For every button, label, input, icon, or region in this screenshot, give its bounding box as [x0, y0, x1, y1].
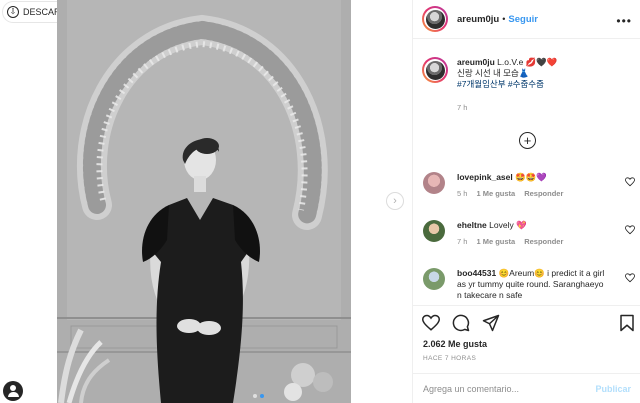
comments-scroll[interactable]: areum0ju L.o.V.e 💋🖤❤️ 신랑 시선 내 모습👗 #7개월임산…: [413, 40, 640, 305]
load-more-comments-icon[interactable]: +: [519, 132, 536, 149]
comment-likes[interactable]: 1 Me gusta: [476, 188, 515, 199]
comment-like-heart-icon[interactable]: [625, 225, 635, 235]
caption-time: 7 h: [457, 103, 468, 112]
post-actions: 2.062 Me gusta HACE 7 HORAS Publicar: [413, 305, 640, 403]
follow-button[interactable]: Seguir: [508, 14, 538, 25]
comment-username[interactable]: eheltne: [457, 220, 487, 230]
caption: areum0ju L.o.V.e 💋🖤❤️ 신랑 시선 내 모습👗 #7개월임산…: [422, 57, 632, 113]
avatar[interactable]: [422, 6, 448, 32]
carousel-dots: [253, 394, 264, 398]
comment-like-heart-icon[interactable]: [625, 177, 635, 187]
caption-text: L.o.V.e 💋🖤❤️: [497, 57, 558, 67]
comment-item: lovepink_asel 🤩🤩💜 5 h 1 Me gusta Respond…: [423, 172, 635, 199]
share-send-icon[interactable]: [482, 314, 500, 332]
comment-input[interactable]: [423, 384, 596, 394]
download-icon: ⇩: [7, 6, 19, 18]
post-age: HACE 7 HORAS: [423, 355, 477, 362]
more-options-icon[interactable]: •••: [616, 14, 632, 28]
next-arrow-icon[interactable]: ›: [386, 192, 404, 210]
comment-username[interactable]: lovepink_asel: [457, 172, 513, 182]
post-header: areum0ju • Seguir: [413, 0, 640, 39]
comment-time: 5 h: [457, 189, 468, 198]
post-photo[interactable]: [57, 0, 351, 403]
caption-hashtags[interactable]: #7개월임산부 #수줍수줍: [457, 79, 557, 90]
comment-avatar[interactable]: [423, 172, 445, 194]
reply-button[interactable]: Responder: [524, 236, 563, 247]
bookmark-save-icon[interactable]: [619, 314, 635, 332]
comment-avatar[interactable]: [423, 268, 445, 290]
post-panel: areum0ju • Seguir areum0ju L.o.V.e 💋🖤❤️ …: [412, 0, 640, 403]
like-heart-icon[interactable]: [422, 314, 440, 332]
caption-username[interactable]: areum0ju: [457, 57, 495, 67]
likes-count[interactable]: 2.062 Me gusta: [423, 339, 487, 349]
caption-avatar[interactable]: [422, 57, 448, 83]
add-comment-box: Publicar: [413, 373, 640, 403]
comment-item: boo44531 😊Areum😊 i predict it a girl as …: [423, 268, 635, 301]
comment-username[interactable]: boo44531: [457, 268, 496, 278]
header-username[interactable]: areum0ju: [457, 14, 499, 25]
comment-item: eheltne Lovely 💖 7 h 1 Me gusta Responde…: [423, 220, 635, 247]
photo-illustration: [57, 0, 351, 403]
comment-likes[interactable]: 1 Me gusta: [476, 236, 515, 247]
caption-line2: 신랑 시선 내 모습👗: [457, 68, 530, 78]
comment-text: 🤩🤩💜: [515, 172, 547, 182]
profile-avatar-icon[interactable]: [3, 381, 23, 401]
comment-avatar[interactable]: [423, 220, 445, 242]
carousel-dot-active[interactable]: [260, 394, 264, 398]
reply-button[interactable]: Responder: [524, 188, 563, 199]
carousel-dot[interactable]: [253, 394, 257, 398]
header-separator: •: [502, 14, 506, 24]
publish-button[interactable]: Publicar: [595, 384, 631, 394]
comment-text: Lovely 💖: [489, 220, 527, 230]
comment-bubble-icon[interactable]: [452, 314, 470, 332]
comment-like-heart-icon[interactable]: [625, 273, 635, 283]
media-viewer: ⇩ DESCARGAR ›: [0, 0, 412, 403]
comment-time: 7 h: [457, 237, 468, 246]
